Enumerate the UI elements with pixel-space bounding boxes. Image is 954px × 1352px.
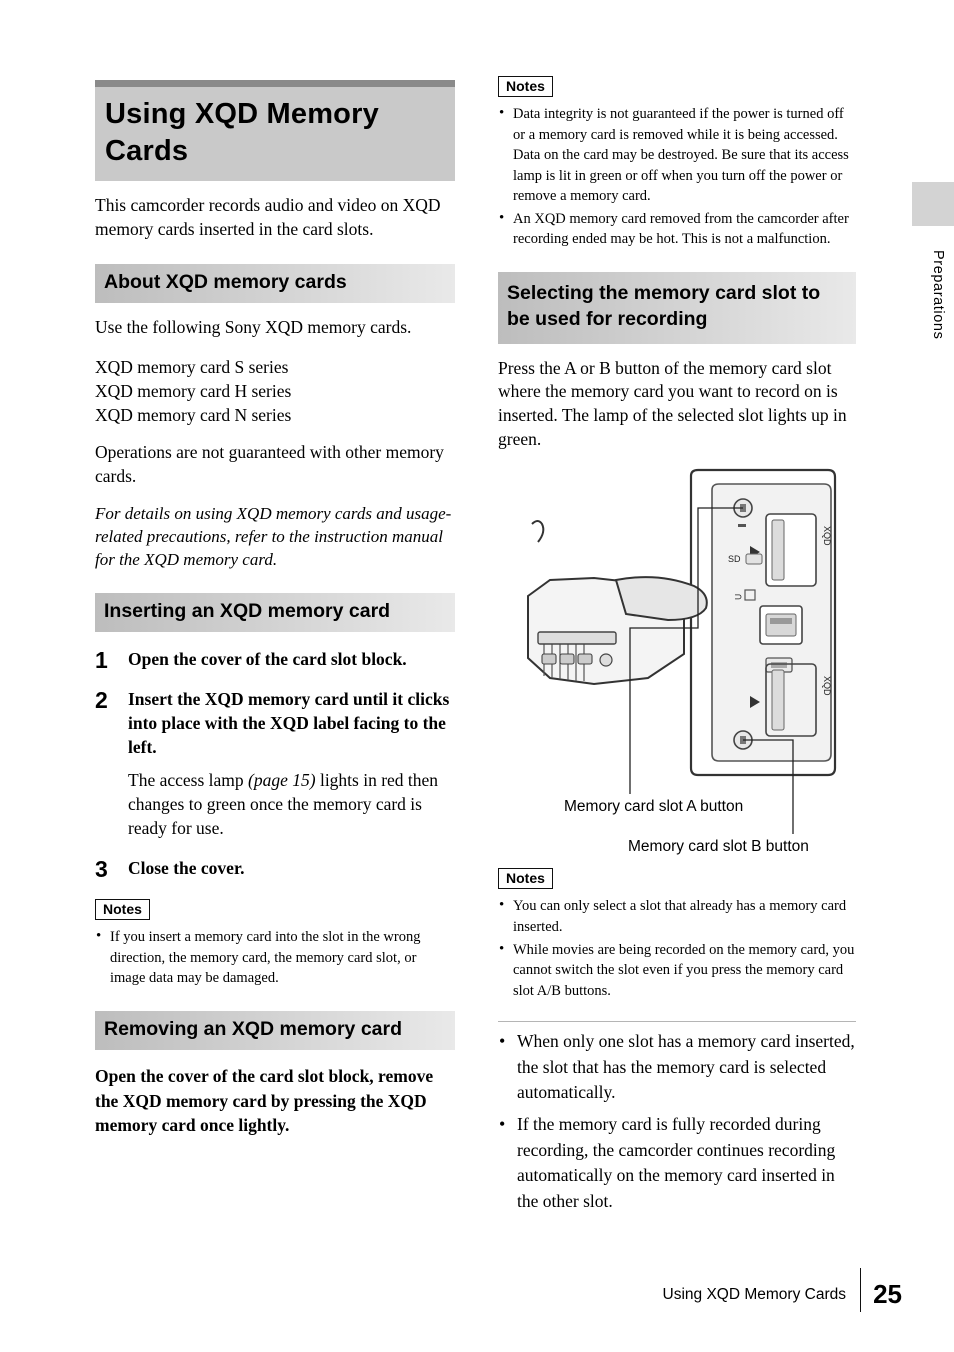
notes-label: Notes [498, 76, 553, 97]
card-series-list: XQD memory card S series XQD memory card… [95, 356, 455, 428]
page-footer: Using XQD Memory Cards 25 [0, 1268, 954, 1312]
about-italic-note: For details on using XQD memory cards an… [95, 503, 452, 570]
step-text: Insert the XQD memory card until it clic… [128, 689, 450, 758]
camcorder-figure: XQD SD ⊃ XQD Memory card slot A button M… [498, 468, 856, 868]
bullet-item: When only one slot has a memory card ins… [498, 1028, 856, 1105]
intro-paragraph: This camcorder records audio and video o… [95, 195, 441, 240]
right-column: Notes Data integrity is not guaranteed i… [498, 76, 856, 1214]
note-item: You can only select a slot that already … [498, 895, 856, 937]
right-top-notes-block: Notes Data integrity is not guaranteed i… [498, 76, 856, 250]
note-item: If you insert a memory card into the slo… [95, 926, 455, 989]
caption-slot-b: Memory card slot B button [628, 838, 809, 856]
footer-title: Using XQD Memory Cards [662, 1286, 846, 1303]
right-bullets-list: When only one slot has a memory card ins… [498, 1028, 856, 1214]
right-top-notes-list: Data integrity is not guaranteed if the … [498, 103, 856, 250]
step-text: Open the cover of the card slot block. [128, 649, 407, 670]
notes-divider [498, 1021, 856, 1023]
page-number: 25 [873, 1279, 902, 1309]
left-column: Using XQD Memory Cards This camcorder re… [95, 80, 455, 1138]
card-series-item: XQD memory card N series [95, 404, 292, 425]
label-sd: SD [728, 554, 741, 564]
step-number: 1 [95, 647, 108, 674]
card-series-item: XQD memory card H series [95, 380, 292, 401]
about-paragraph-2: Operations are not guaranteed with other… [95, 441, 444, 486]
step-number: 2 [95, 687, 108, 714]
label-xqd-top: XQD [822, 526, 832, 546]
card-series-item: XQD memory card S series [95, 356, 289, 377]
footer-divider [859, 1268, 861, 1312]
note-item: An XQD memory card removed from the camc… [498, 208, 856, 250]
step-text: Close the cover. [128, 858, 245, 879]
step-2-detail: The access lamp (page 15) lights in red … [128, 770, 439, 839]
step-3: 3 Close the cover. [95, 857, 455, 881]
page-title: Using XQD Memory Cards [105, 98, 379, 167]
section-about-heading-band: About XQD memory cards [95, 264, 455, 303]
side-tab-marker [912, 182, 954, 226]
notes-label: Notes [95, 899, 150, 921]
selecting-paragraph: Press the A or B button of the memory ca… [498, 357, 847, 450]
note-item: Data integrity is not guaranteed if the … [498, 103, 856, 207]
section-removing-heading-band: Removing an XQD memory card [95, 1010, 455, 1050]
section-about-heading: About XQD memory cards [104, 271, 347, 293]
section-selecting-heading-band: Selecting the memory card slot to be use… [498, 272, 856, 344]
notes-label: Notes [498, 868, 553, 890]
caption-slot-a: Memory card slot A button [564, 798, 744, 816]
label-xqd-bottom: XQD [822, 676, 832, 696]
section-inserting-heading-band: Inserting an XQD memory card [95, 593, 455, 633]
document-page: Preparations Using XQD Memory Cards This… [0, 0, 954, 1352]
section-inserting-heading: Inserting an XQD memory card [104, 600, 391, 623]
removing-instruction: Open the cover of the card slot block, r… [95, 1065, 434, 1136]
section-selecting-heading: Selecting the memory card slot to be use… [507, 282, 821, 330]
right-notes-block: Notes You can only select a slot that al… [498, 868, 856, 1001]
left-notes-list: If you insert a memory card into the slo… [95, 926, 455, 989]
note-item: While movies are being recorded on the m… [498, 939, 856, 1002]
step-1: 1 Open the cover of the card slot block. [95, 648, 455, 672]
bullet-item: If the memory card is fully recorded dur… [498, 1111, 856, 1214]
step-2: 2 Insert the XQD memory card until it cl… [95, 688, 455, 760]
right-notes-list: You can only select a slot that already … [498, 895, 856, 1002]
about-paragraph-1: Use the following Sony XQD memory cards. [95, 316, 412, 337]
step-number: 3 [95, 856, 108, 883]
left-notes-block: Notes If you insert a memory card into t… [95, 899, 455, 989]
side-section-label: Preparations [930, 250, 946, 340]
section-removing-heading: Removing an XQD memory card [104, 1017, 403, 1040]
label-usb: ⊃ [734, 592, 742, 603]
page-title-band: Using XQD Memory Cards [95, 80, 455, 182]
